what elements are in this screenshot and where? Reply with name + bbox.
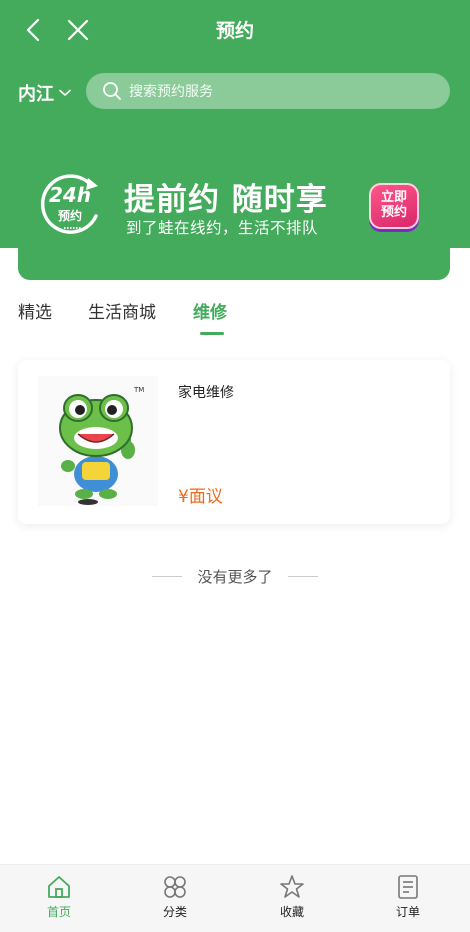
tab-featured[interactable]: 精选 — [18, 298, 52, 323]
banner-corner-right — [450, 230, 470, 248]
nav-label-category: 分类 — [162, 905, 187, 919]
list-end-text: 没有更多了 — [197, 568, 273, 586]
category-icon — [164, 876, 186, 898]
nav-item-favorites[interactable]: 收藏 — [252, 873, 332, 920]
banner-subtitle: 到了蛙在线约，生活不排队 — [126, 219, 319, 237]
product-card[interactable]: TM 家电维修 ¥面议 — [18, 360, 450, 524]
divider-right — [288, 576, 318, 577]
category-tabs: 精选 生活商城 维修 — [0, 296, 470, 340]
product-name: 家电维修 — [178, 385, 234, 401]
nav-item-category[interactable]: 分类 — [135, 873, 215, 920]
banner-slogan: 提前约 随时享 — [124, 182, 328, 218]
chevron-down-icon — [59, 89, 71, 96]
order-icon — [398, 875, 418, 899]
top-bar: 预约 — [0, 0, 470, 60]
banner-corner-left — [0, 230, 20, 248]
logo-24h-text: 24h — [49, 183, 91, 207]
bottom-nav: 首页 分类 收藏 订单 — [0, 864, 470, 932]
book-now-line2: 预约 — [380, 205, 407, 220]
logo-booking-text: 预约 — [58, 208, 82, 223]
search-input[interactable]: 搜索预约服务 — [86, 73, 450, 109]
nav-label-orders: 订单 — [395, 905, 420, 919]
book-now-line1: 立即 — [380, 190, 407, 205]
search-icon — [103, 82, 121, 100]
active-tab-indicator — [200, 332, 224, 335]
svg-text:TM: TM — [133, 386, 144, 394]
home-icon — [48, 876, 70, 898]
search-placeholder: 搜索预约服务 — [129, 84, 213, 100]
nav-label-favorites: 收藏 — [279, 905, 304, 919]
star-icon — [280, 875, 304, 898]
24h-booking-logo: 24h 预约 — [40, 174, 98, 234]
city-selector[interactable]: 内江 — [18, 80, 71, 106]
book-now-button[interactable]: 立即 预约 — [369, 183, 419, 229]
frog-mascot-image: TM — [38, 376, 158, 506]
tab-life-mall[interactable]: 生活商城 — [88, 298, 156, 323]
page-title: 预约 — [215, 20, 254, 42]
nav-item-home[interactable]: 首页 — [19, 873, 99, 920]
nav-item-orders[interactable]: 订单 — [368, 873, 448, 920]
tab-repair[interactable]: 维修 — [193, 298, 227, 323]
nav-label-home: 首页 — [46, 905, 71, 919]
product-price: ¥面议 — [178, 487, 223, 507]
city-label: 内江 — [18, 84, 54, 105]
